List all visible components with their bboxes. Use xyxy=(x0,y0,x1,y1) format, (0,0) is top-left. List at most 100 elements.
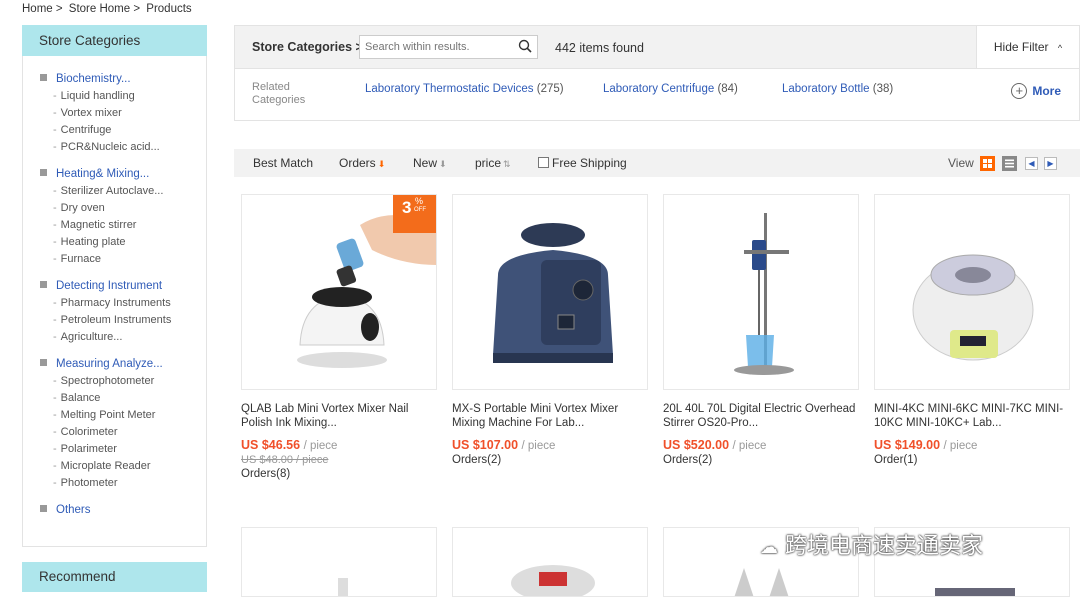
category-sub-item[interactable]: - Balance xyxy=(40,390,206,407)
search-icon[interactable] xyxy=(518,39,532,56)
category-sub-item[interactable]: - Melting Point Meter xyxy=(40,407,206,424)
category-sub-item[interactable]: - Colorimeter xyxy=(40,424,206,441)
dash-bullet: - xyxy=(53,477,57,489)
dash-bullet: - xyxy=(53,314,57,326)
product-card[interactable]: MX-S Portable Mini Vortex Mixer Mixing M… xyxy=(452,194,648,466)
sort-arrows-icon: ⇅ xyxy=(503,159,511,169)
category-sub-item[interactable]: - Liquid handling xyxy=(40,88,206,105)
arrow-down-icon: ⬇ xyxy=(439,159,447,169)
product-orders: Orders(2) xyxy=(663,454,713,466)
category-sub-item[interactable]: - Furnace xyxy=(40,251,206,268)
sort-new[interactable]: New ⬇ xyxy=(413,156,447,170)
category-title[interactable]: Others xyxy=(40,501,206,519)
sidebar: Store Categories Biochemistry... - Liquid … xyxy=(22,25,207,547)
search-input[interactable] xyxy=(363,36,517,58)
category-group: Detecting Instrument - Pharmacy Instrument… xyxy=(40,277,206,346)
dash-bullet: - xyxy=(53,331,57,343)
dash-bullet: - xyxy=(53,253,57,265)
sort-best-match[interactable]: Best Match xyxy=(253,156,313,170)
recommend-header: Recommend xyxy=(22,562,207,592)
dash-bullet: - xyxy=(53,392,57,404)
category-group: Measuring Analyze... - Spectrophotometer - B… xyxy=(40,355,206,492)
dash-bullet: - xyxy=(53,409,57,421)
product-image[interactable] xyxy=(663,194,859,390)
free-shipping-checkbox[interactable]: Free Shipping xyxy=(538,156,627,170)
arrow-down-icon: ⬇ xyxy=(377,159,386,169)
prev-page-icon[interactable]: ◀ xyxy=(1025,157,1038,170)
discount-badge: 3 % OFF xyxy=(393,195,436,233)
product-title[interactable]: MINI-4KC MINI-6KC MINI-7KC MINI-10KC MIN… xyxy=(874,402,1070,430)
dash-bullet: - xyxy=(53,141,57,153)
list-view-icon[interactable] xyxy=(1002,156,1017,171)
related-link-bottle[interactable]: Laboratory Bottle (38) xyxy=(782,83,893,95)
product-card[interactable]: MINI-4KC MINI-6KC MINI-7KC MINI-10KC MIN… xyxy=(874,194,1070,466)
category-sub-item[interactable]: - Agriculture... xyxy=(40,329,206,346)
product-image[interactable]: 3 % OFF xyxy=(241,194,437,390)
product-orders: Orders(2) xyxy=(452,454,502,466)
category-sub-item[interactable]: - Polarimeter xyxy=(40,441,206,458)
more-button[interactable]: + More xyxy=(1011,83,1061,99)
product-old-price: US $48.00 / piece xyxy=(241,454,329,466)
square-bullet-icon xyxy=(40,74,47,81)
category-title[interactable]: Measuring Analyze... xyxy=(40,355,206,373)
store-categories-dropdown[interactable]: Store Categories > xyxy=(252,40,363,54)
product-card[interactable]: 3 % OFF QLAB Lab Mini Vortex Mixer Nail … xyxy=(241,194,437,480)
category-sub-item[interactable]: - Dry oven xyxy=(40,200,206,217)
category-sub-item[interactable]: - PCR&Nucleic acid... xyxy=(40,139,206,156)
dash-bullet: - xyxy=(53,460,57,472)
product-card[interactable]: 20L 40L 70L Digital Electric Overhead St… xyxy=(663,194,859,466)
dash-bullet: - xyxy=(53,297,57,309)
dash-bullet: - xyxy=(53,107,57,119)
hide-filter-button[interactable]: Hide Filter ^ xyxy=(976,26,1079,68)
watermark: ☁ 跨境电商速卖通卖家 xyxy=(760,534,984,559)
checkbox-icon xyxy=(538,157,549,168)
sort-orders[interactable]: Orders ⬇ xyxy=(339,156,385,170)
square-bullet-icon xyxy=(40,281,47,288)
category-sub-item[interactable]: - Heating plate xyxy=(40,234,206,251)
sort-price[interactable]: price ⇅ xyxy=(475,156,511,170)
product-price: US $149.00 / piece xyxy=(874,438,978,452)
grid-view-icon[interactable] xyxy=(980,156,995,171)
product-price: US $107.00 / piece xyxy=(452,438,556,452)
items-found: 442 items found xyxy=(555,41,644,55)
breadcrumb: Home > Store Home > Products xyxy=(22,3,195,15)
category-sub-item[interactable]: - Microplate Reader xyxy=(40,458,206,475)
category-sub-item[interactable]: - Spectrophotometer xyxy=(40,373,206,390)
product-image[interactable] xyxy=(874,194,1070,390)
product-price: US $46.56 / piece xyxy=(241,438,338,452)
category-sub-item[interactable]: - Pharmacy Instruments xyxy=(40,295,206,312)
chevron-up-icon: ^ xyxy=(1057,43,1063,53)
related-link-centrifuge[interactable]: Laboratory Centrifuge (84) xyxy=(603,83,738,95)
product-price: US $520.00 / piece xyxy=(663,438,767,452)
category-sub-item[interactable]: - Petroleum Instruments xyxy=(40,312,206,329)
breadcrumb-store-home[interactable]: Store Home > xyxy=(69,3,143,15)
product-image[interactable] xyxy=(452,194,648,390)
category-title[interactable]: Detecting Instrument xyxy=(40,277,206,295)
breadcrumb-home[interactable]: Home > xyxy=(22,3,66,15)
square-bullet-icon xyxy=(40,359,47,366)
product-title[interactable]: QLAB Lab Mini Vortex Mixer Nail Polish I… xyxy=(241,402,437,430)
category-sub-item[interactable]: - Vortex mixer xyxy=(40,105,206,122)
product-card[interactable] xyxy=(241,527,437,597)
dash-bullet: - xyxy=(53,236,57,248)
sort-bar: Best Match Orders ⬇ New ⬇ price ⇅ Free Ship… xyxy=(234,149,1080,177)
product-card[interactable] xyxy=(452,527,648,597)
category-sub-item[interactable]: - Photometer xyxy=(40,475,206,492)
related-categories: Related Categories Laboratory Thermostat… xyxy=(234,69,1080,121)
dash-bullet: - xyxy=(53,375,57,387)
product-title[interactable]: 20L 40L 70L Digital Electric Overhead St… xyxy=(663,402,859,430)
breadcrumb-current: Products xyxy=(146,3,192,15)
square-bullet-icon xyxy=(40,505,47,512)
product-title[interactable]: MX-S Portable Mini Vortex Mixer Mixing M… xyxy=(452,402,648,430)
category-title[interactable]: Heating& Mixing... xyxy=(40,165,206,183)
next-page-icon[interactable]: ▶ xyxy=(1044,157,1057,170)
category-title[interactable]: Biochemistry... xyxy=(40,70,206,88)
view-label: View xyxy=(948,156,974,170)
related-link-thermostatic[interactable]: Laboratory Thermostatic Devices (275) xyxy=(365,83,564,95)
plus-circle-icon: + xyxy=(1011,83,1028,99)
category-sub-item[interactable]: - Sterilizer Autoclave... xyxy=(40,183,206,200)
product-orders: Order(1) xyxy=(874,454,918,466)
category-sub-item[interactable]: - Centrifuge xyxy=(40,122,206,139)
category-sub-item[interactable]: - Magnetic stirrer xyxy=(40,217,206,234)
dash-bullet: - xyxy=(53,443,57,455)
